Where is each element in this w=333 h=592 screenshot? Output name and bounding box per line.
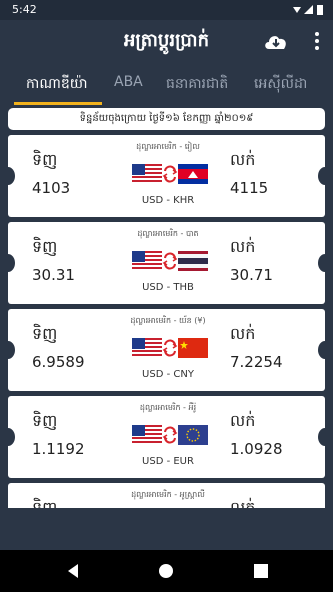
rate-card[interactable]: ដុល្លារអាមេរិក - យ័ន (¥) ទិញ លក់ 6.9589 7.22… xyxy=(8,309,325,391)
tab-canadia[interactable]: កាណាឌីយ៉ា xyxy=(26,74,88,95)
buy-label: ទិញ xyxy=(32,324,58,343)
card-notch xyxy=(318,428,325,446)
currency-pair-code: USD - THB xyxy=(142,282,194,293)
cloud-download-icon[interactable] xyxy=(263,31,289,51)
flag-cn-icon xyxy=(178,338,208,358)
currency-pair-title: ដុល្លារអាមេរិក - អឺរ៉ូ xyxy=(139,403,197,412)
rate-card[interactable]: ដុល្លារអាមេរិក - អូស្ត្រាលីទិញ លក់ xyxy=(8,483,325,508)
buy-label: ទិញ xyxy=(32,498,58,508)
sell-label: លក់ xyxy=(230,498,256,508)
sell-rate: 30.71 xyxy=(230,266,273,284)
buy-rate: 30.31 xyxy=(32,266,75,284)
swap-icon xyxy=(162,165,178,183)
sell-rate: 1.0928 xyxy=(230,440,283,458)
sell-rate: 4115 xyxy=(230,179,269,197)
rate-card[interactable]: ដុល្លារអាមេរិក - បាតទិញ លក់ 30.31 30.71 USD … xyxy=(8,222,325,304)
last-updated-notice: ទិន្នន័យចុងក្រោយ ថ្ងៃទី១៦ ខែកញ្ញា ឆ្នាំ២… xyxy=(8,108,325,130)
card-notch xyxy=(8,428,15,446)
currency-pair-title: ដុល្លារអាមេរិក - យ័ន (¥) xyxy=(130,316,206,325)
rate-card[interactable]: ដុល្លារអាមេរិក - រៀលទិញ លក់ 4103 4115 USD - … xyxy=(8,135,325,217)
flag-us-icon xyxy=(132,251,162,271)
signal-icon xyxy=(304,5,313,14)
sell-rate: 7.2254 xyxy=(230,353,283,371)
buy-label: ទិញ xyxy=(32,150,58,169)
sell-label: លក់ xyxy=(230,237,256,256)
swap-icon xyxy=(162,426,178,444)
buy-label: ទិញ xyxy=(32,237,58,256)
tab-national-bank[interactable]: ធនាគារជាតិ xyxy=(166,74,228,95)
buy-rate: 6.9589 xyxy=(32,353,85,371)
currency-pair-title: ដុល្លារអាមេរិក - បាត xyxy=(137,229,199,238)
more-vert-icon[interactable] xyxy=(313,30,321,52)
tab-indicator xyxy=(14,102,102,105)
sell-label: លក់ xyxy=(230,150,256,169)
tab-aba[interactable]: ABA xyxy=(114,74,143,90)
system-nav-bar xyxy=(0,550,333,592)
card-notch xyxy=(318,341,325,359)
card-notch xyxy=(318,254,325,272)
sell-label: លក់ xyxy=(230,411,256,430)
wifi-icon xyxy=(293,7,301,13)
currency-pair-code: USD - EUR xyxy=(142,456,194,467)
sell-label: លក់ xyxy=(230,324,256,343)
swap-icon xyxy=(162,339,178,357)
battery-icon xyxy=(317,5,323,15)
status-icons xyxy=(291,3,325,18)
flag-us-icon xyxy=(132,164,162,184)
recents-icon[interactable] xyxy=(252,562,270,580)
flags-swap xyxy=(132,338,208,358)
currency-pair-title: ដុល្លារអាមេរិក - រៀល xyxy=(136,142,200,151)
currency-pair-code: USD - CNY xyxy=(142,369,194,380)
swap-icon xyxy=(162,252,178,270)
buy-rate: 1.1192 xyxy=(32,440,85,458)
status-bar: 5:42 xyxy=(0,0,333,20)
card-notch xyxy=(318,167,325,185)
buy-rate: 4103 xyxy=(32,179,71,197)
flags-swap xyxy=(132,164,208,184)
currency-pair-title: ដុល្លារអាមេរិក - អូស្ត្រាលី xyxy=(131,490,205,499)
flag-us-icon xyxy=(132,425,162,445)
tab-bar: កាណាឌីយ៉ា ABA ធនាគារជាតិ អេស៊ីលីដា xyxy=(0,64,333,106)
flag-eu-icon xyxy=(178,425,208,445)
flag-us-icon xyxy=(132,338,162,358)
back-icon[interactable] xyxy=(64,562,82,580)
flags-swap xyxy=(132,425,208,445)
currency-pair-code: USD - KHR xyxy=(141,195,195,206)
card-notch xyxy=(8,341,15,359)
buy-label: ទិញ xyxy=(32,411,58,430)
flag-kh-icon xyxy=(178,164,208,184)
card-notch xyxy=(8,254,15,272)
rate-list[interactable]: ដុល្លារអាមេរិក - រៀល ទិញ លក់ 4103 4115 USD - … xyxy=(8,135,325,508)
flags-swap xyxy=(132,251,208,271)
flag-th-icon xyxy=(178,251,208,271)
home-icon[interactable] xyxy=(157,562,175,580)
app-bar: អត្រាប្តូរប្រាក់ xyxy=(0,20,333,64)
card-notch xyxy=(8,167,15,185)
tab-acleda[interactable]: អេស៊ីលីដា xyxy=(254,74,307,95)
rate-card[interactable]: ដុល្លារអាមេរិក - អឺរ៉ូទិញ លក់ 1.1192 1.0928… xyxy=(8,396,325,478)
status-time: 5:42 xyxy=(12,3,37,16)
